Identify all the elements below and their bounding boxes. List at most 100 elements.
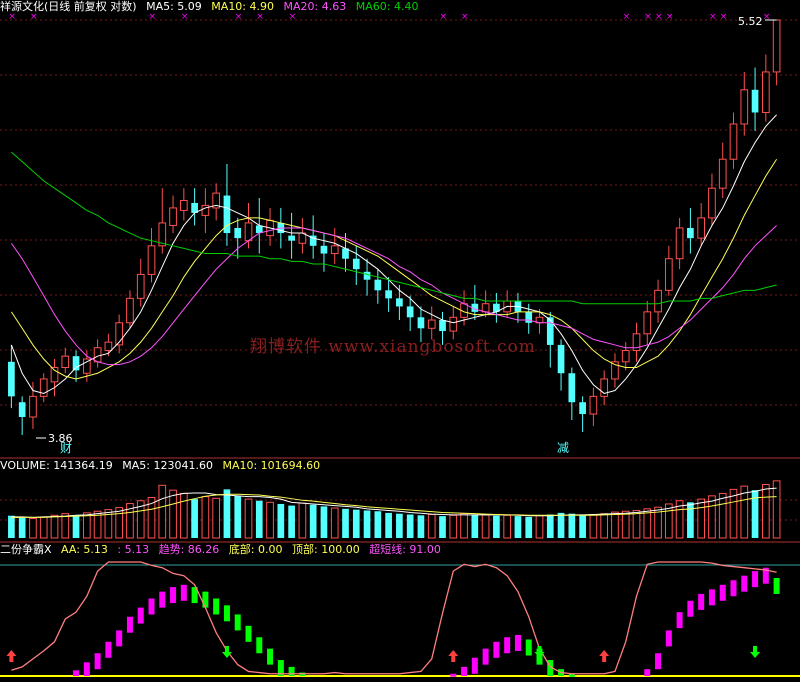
trend-bar xyxy=(94,653,101,670)
candle-body xyxy=(330,245,339,255)
candle-body xyxy=(93,347,102,363)
trend-bar xyxy=(116,630,123,647)
candle-body xyxy=(374,279,382,291)
trend-bar xyxy=(180,584,187,601)
top-marker: × xyxy=(709,12,717,22)
trend-bar xyxy=(708,589,715,606)
volume-bar xyxy=(611,511,619,539)
candle-body xyxy=(751,89,759,113)
trend-bar xyxy=(105,641,112,658)
stock-chart: × × × × × × × × × × × × × × × × 5.52 3.86 财 减 xyxy=(0,12,800,677)
trend-bar xyxy=(741,575,748,592)
candle-body xyxy=(255,225,263,234)
trend-bar xyxy=(482,648,489,665)
candle-body xyxy=(8,361,15,397)
trend-bar xyxy=(730,580,737,597)
volume-bar xyxy=(50,514,59,539)
ma-line-ma10 xyxy=(10,158,778,380)
volume-bar xyxy=(255,500,263,538)
trend-bar xyxy=(170,587,177,604)
volume-bar xyxy=(525,516,533,538)
candle-body xyxy=(244,222,253,242)
volume-bar xyxy=(514,516,522,538)
candle-body xyxy=(104,341,113,352)
trend-bar xyxy=(126,616,133,633)
top-marker: × xyxy=(235,12,243,22)
volume-bar xyxy=(244,498,253,539)
volume-bar xyxy=(82,512,91,539)
top-marker: × xyxy=(30,12,38,22)
price-panel: × × × × × × × × × × × × × × × × xyxy=(8,12,781,439)
candle-body xyxy=(29,395,37,418)
trend-bar xyxy=(288,666,295,676)
trend-bar xyxy=(223,605,230,622)
trend-bar xyxy=(202,591,209,608)
top-marker: × xyxy=(289,12,297,22)
volume-bar xyxy=(385,512,392,538)
candle-body xyxy=(772,19,781,73)
grid xyxy=(0,19,800,677)
volume-bar xyxy=(460,513,468,539)
high-price-label: 5.52 xyxy=(738,15,763,28)
volume-bar xyxy=(29,518,37,539)
candle-body xyxy=(675,227,684,260)
volume-bar xyxy=(697,498,706,539)
trend-bar xyxy=(525,639,532,656)
volume-bar xyxy=(761,484,770,539)
trend-bar xyxy=(644,669,651,676)
candle-body xyxy=(136,273,145,299)
sell-arrow xyxy=(534,646,545,658)
volume-bar xyxy=(330,507,339,539)
volume-bar xyxy=(439,516,446,538)
trend-bar xyxy=(256,637,263,654)
candle-body xyxy=(320,245,328,254)
volume-bar xyxy=(115,507,124,539)
volume-bar xyxy=(600,513,609,539)
trend-bar xyxy=(83,662,90,676)
trend-bar xyxy=(698,593,705,610)
volume-bar xyxy=(288,505,295,538)
volume-bar xyxy=(621,510,630,539)
top-marker: × xyxy=(181,12,189,22)
volume-bar xyxy=(535,515,544,539)
candle-body xyxy=(449,316,458,332)
volume-bar xyxy=(169,489,177,539)
volume-bar xyxy=(589,513,598,539)
trend-bar xyxy=(752,571,759,588)
trend-bar xyxy=(148,598,155,615)
trend-bar xyxy=(471,657,478,674)
candle-body xyxy=(352,258,360,270)
volume-bar xyxy=(417,515,425,538)
candle-body xyxy=(385,290,392,299)
trend-bar xyxy=(213,598,220,615)
sell-arrow xyxy=(750,646,761,658)
volume-bar xyxy=(298,502,307,539)
trend-bar xyxy=(245,625,252,642)
volume-bar xyxy=(191,499,198,538)
volume-bar xyxy=(61,513,70,539)
candle-body xyxy=(557,344,565,374)
top-marker: × xyxy=(149,12,157,22)
trend-bar xyxy=(665,630,672,647)
trend-bar xyxy=(493,641,500,658)
trend-bar xyxy=(234,614,241,631)
buy-arrow xyxy=(6,650,17,662)
marker-cai: 财 xyxy=(60,441,72,455)
volume-bar xyxy=(708,495,716,539)
candle-body xyxy=(729,123,738,160)
trend-bar xyxy=(655,653,662,670)
volume-bar xyxy=(546,514,554,538)
trend-bar xyxy=(137,607,144,624)
top-marker: × xyxy=(461,12,469,22)
candle-body xyxy=(718,158,727,189)
candle-body xyxy=(18,402,26,417)
volume-bar xyxy=(320,506,328,538)
top-marker: × xyxy=(256,12,264,22)
top-marker: × xyxy=(644,12,652,22)
candle-body xyxy=(417,317,425,329)
candle-body xyxy=(427,319,436,329)
trend-line xyxy=(11,561,777,675)
volume-bar xyxy=(309,504,317,538)
candle-body xyxy=(664,258,673,291)
candle-body xyxy=(740,89,749,125)
